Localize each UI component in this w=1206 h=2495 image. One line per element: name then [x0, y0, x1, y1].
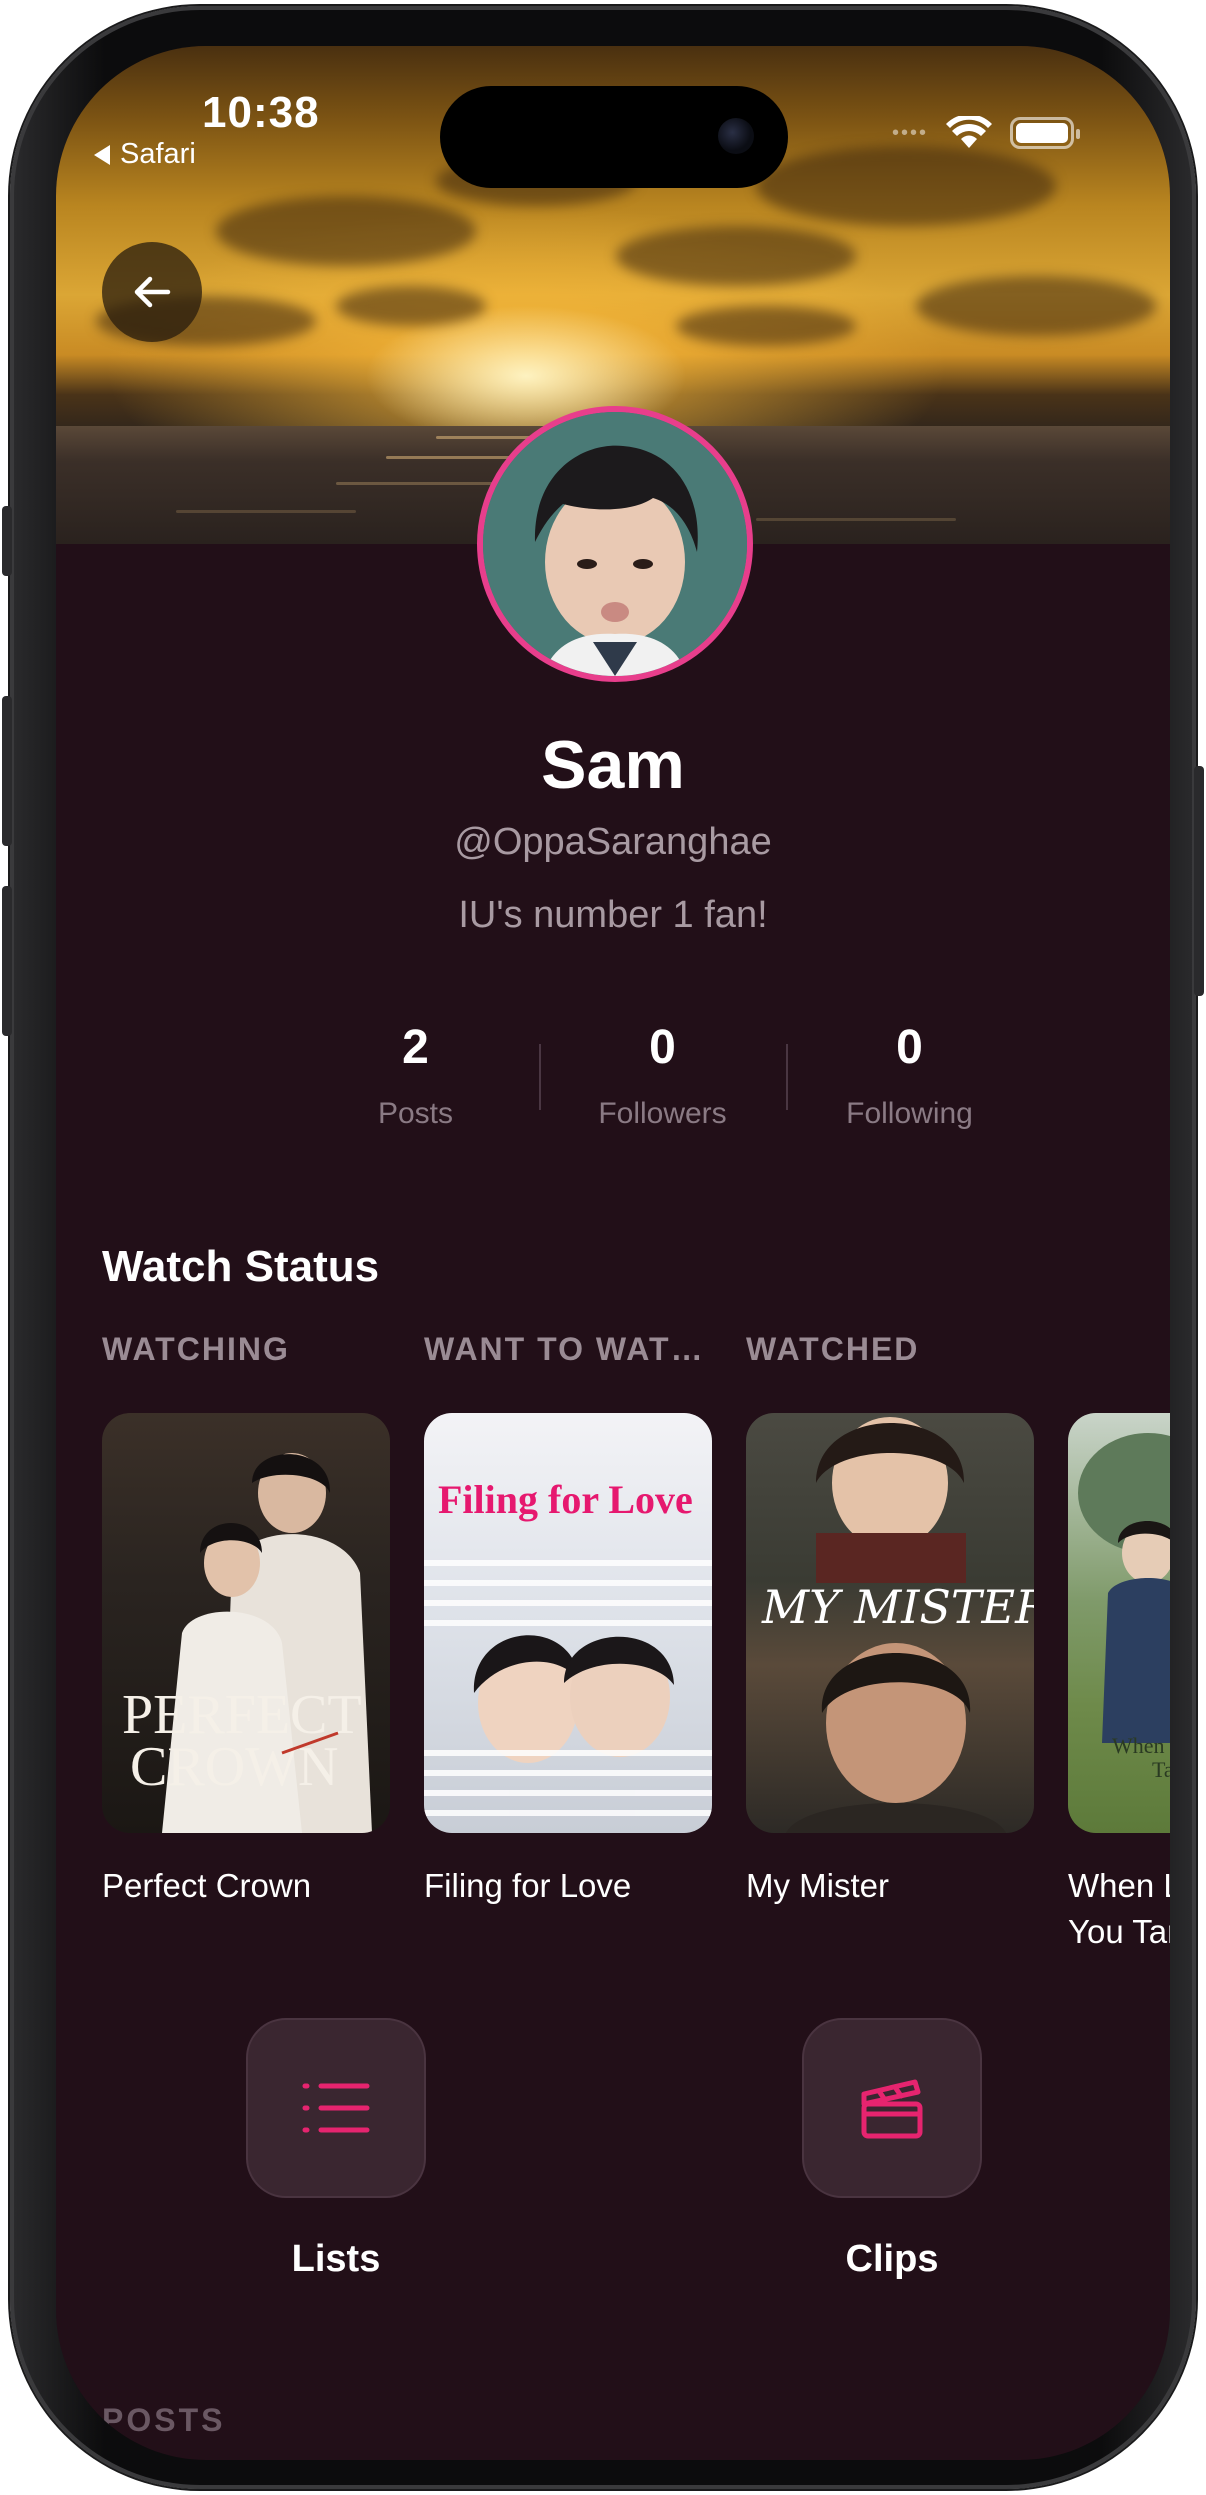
dynamic-island [440, 86, 788, 188]
clips-action[interactable]: Clips [802, 2018, 982, 2281]
poster-image: Filing for Love [424, 1413, 712, 1833]
stat-following-label: Following [846, 1097, 973, 1130]
watch-card-when-life-gives-you-tangerines[interactable]: When L Ta When L You Tar [1068, 1331, 1170, 1951]
avatar-illustration [483, 412, 747, 676]
volume-up-button [2, 696, 12, 846]
watch-title: My Mister [746, 1867, 889, 1904]
back-app-label: Safari [120, 138, 196, 170]
stat-followers[interactable]: 0 Followers [539, 1016, 786, 1156]
back-triangle-icon [94, 144, 110, 165]
list-icon [302, 2083, 370, 2133]
stat-following-value: 0 [896, 1021, 923, 1074]
app-screen: 10:38 Safari •••• Sam @OppaSaranghae IU'… [56, 46, 1170, 2460]
stat-followers-value: 0 [649, 1021, 676, 1074]
watch-card-my-mister[interactable]: WATCHED MY MISTER My Mister [746, 1331, 1034, 1909]
back-button[interactable] [102, 242, 202, 342]
wifi-icon [946, 116, 992, 148]
power-button [1194, 766, 1204, 996]
stat-following[interactable]: 0 Following [786, 1016, 1033, 1156]
watch-status-carousel[interactable]: WATCHING PERFECT CROWN Perfect Crown WAN… [102, 1331, 1170, 1951]
back-to-app-link[interactable]: Safari [94, 138, 196, 171]
poster-text: Ta [1152, 1757, 1170, 1782]
poster-image: When L Ta [1068, 1413, 1170, 1833]
clips-label: Clips [845, 2238, 939, 2280]
poster-image: PERFECT CROWN [102, 1413, 390, 1833]
poster-image: MY MISTER [746, 1413, 1034, 1833]
poster-text: When L [1112, 1733, 1170, 1758]
watch-category: WATCHED [746, 1331, 920, 1367]
battery-icon [1010, 117, 1080, 149]
clips-button[interactable] [802, 2018, 982, 2198]
action-button [2, 506, 12, 576]
avatar[interactable] [477, 406, 753, 682]
profile-name: Sam [541, 727, 685, 803]
profile-stats: 2 Posts 0 Followers 0 Following [292, 1016, 1033, 1156]
phone-frame: 10:38 Safari •••• Sam @OppaSaranghae IU'… [2, 6, 1204, 2489]
volume-down-button [2, 886, 12, 1036]
stat-posts[interactable]: 2 Posts [292, 1016, 539, 1156]
watch-title: Filing for Love [424, 1867, 632, 1904]
lists-action[interactable]: Lists [246, 2018, 426, 2281]
watch-card-filing-for-love[interactable]: WANT TO WAT… Filing for Love Filing for … [424, 1331, 712, 1909]
arrow-left-icon [134, 276, 171, 308]
profile-handle: @OppaSaranghae [454, 821, 772, 863]
watch-category [1068, 1331, 1170, 1373]
poster-text: Filing for Love [438, 1477, 693, 1522]
lists-label: Lists [291, 2238, 381, 2280]
status-icons: •••• [891, 116, 1080, 150]
signal-icon: •••• [891, 121, 928, 144]
watch-status-title: Watch Status [102, 1242, 380, 1291]
watch-title: When L You Tar [1068, 1863, 1170, 1951]
watch-category: WANT TO WAT… [424, 1331, 705, 1367]
watch-card-perfect-crown[interactable]: WATCHING PERFECT CROWN Perfect Crown [102, 1331, 390, 1909]
posts-section-label: POSTS [102, 2402, 226, 2438]
clapperboard-icon [861, 2079, 923, 2139]
status-time: 10:38 [202, 88, 320, 137]
watch-category: WATCHING [102, 1331, 290, 1367]
stat-followers-label: Followers [598, 1097, 727, 1130]
watch-title-line: You Tar [1068, 1913, 1170, 1950]
watch-title-line: When L [1068, 1867, 1170, 1904]
watch-title: Perfect Crown [102, 1867, 312, 1904]
stat-posts-label: Posts [377, 1097, 454, 1130]
stat-posts-value: 2 [402, 1021, 429, 1074]
lists-button[interactable] [246, 2018, 426, 2198]
poster-text: MY MISTER [761, 1580, 1034, 1634]
camera-icon [718, 118, 754, 154]
profile-bio: IU's number 1 fan! [458, 894, 768, 936]
